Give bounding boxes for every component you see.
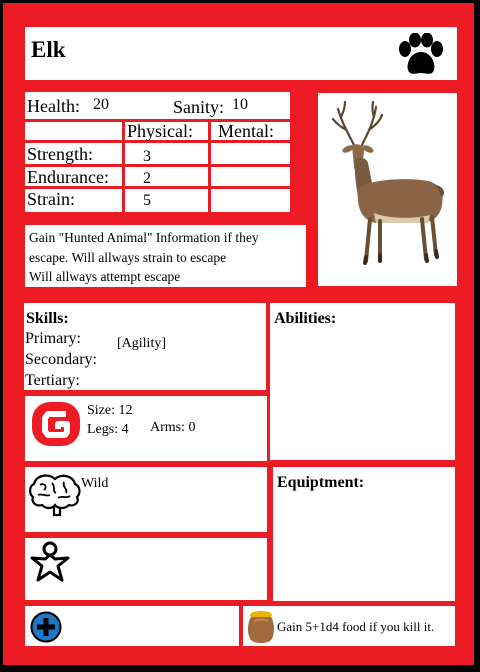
skill-primary-value: [Agility] <box>117 336 166 351</box>
sanity-value: 10 <box>232 96 248 113</box>
strength-physical: 3 <box>143 148 151 165</box>
body-stats-box: Size: 12 Legs: 4 Arms: 0 <box>25 396 267 461</box>
title-bar: Elk <box>25 27 457 80</box>
health-value: 20 <box>93 96 109 113</box>
physical-header: Physical: <box>127 121 193 141</box>
g-badge-icon <box>32 402 80 446</box>
mind-label: Wild <box>81 476 109 491</box>
strain-label: Strain: <box>27 189 75 209</box>
skills-box: Skills: Primary: [Agility] Secondary: Te… <box>24 303 266 390</box>
info-line: Gain "Hunted Animal" Information if they <box>29 230 259 245</box>
stats-table: Health: 20 Sanity: 10 Physical: Mental: … <box>25 92 290 212</box>
mind-box: Wild <box>25 467 267 532</box>
strength-label: Strength: <box>27 144 93 164</box>
loot-box: Gain 5+1d4 food if you kill it. <box>243 606 455 646</box>
info-line: escape. Will allways strain to escape <box>29 250 227 265</box>
arms-label: Arms: 0 <box>150 420 196 435</box>
size-label: Size: 12 <box>87 403 133 418</box>
strain-physical: 5 <box>143 192 151 209</box>
creature-name: Elk <box>31 37 66 62</box>
skill-primary-label: Primary: <box>25 330 81 347</box>
divider <box>122 119 125 212</box>
skill-tertiary-label: Tertiary: <box>25 372 80 389</box>
elk-illustration <box>331 100 444 265</box>
plus-circle-icon <box>30 611 62 643</box>
portrait <box>318 93 457 286</box>
loot-text: Gain 5+1d4 food if you kill it. <box>277 619 435 634</box>
honey-pot-icon <box>248 611 274 643</box>
abilities-box: Abilities: <box>270 303 455 460</box>
plus-box <box>25 606 239 646</box>
endurance-physical: 2 <box>143 170 151 187</box>
skills-title: Skills: <box>26 310 69 327</box>
health-label: Health: <box>27 96 80 116</box>
info-line: Will allways attempt escape <box>29 269 181 284</box>
abilities-title: Abilities: <box>274 310 337 327</box>
sanity-label: Sanity: <box>173 97 225 117</box>
paw-print-icon <box>399 33 443 74</box>
divider <box>208 119 211 212</box>
mental-header: Mental: <box>218 121 274 141</box>
legs-label: Legs: 4 <box>87 422 129 437</box>
info-box: Gain "Hunted Animal" Information if they… <box>25 225 306 287</box>
creature-card: Elk Health: 20 Sanity: 10 Physical: Ment… <box>3 3 474 665</box>
person-box <box>25 538 267 600</box>
brain-icon <box>29 474 81 517</box>
equipment-box: Equiptment: <box>273 467 455 601</box>
skill-secondary-label: Secondary: <box>25 351 97 368</box>
endurance-label: Endurance: <box>27 167 109 187</box>
equipment-title: Equiptment: <box>277 474 365 491</box>
person-star-icon <box>30 541 70 582</box>
